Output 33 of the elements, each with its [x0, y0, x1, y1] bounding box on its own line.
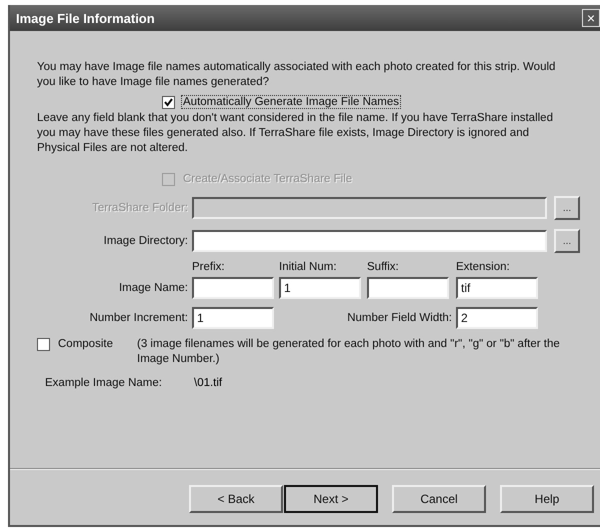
- number-field-width-field[interactable]: 2: [456, 307, 538, 329]
- checkbox-label: Create/Associate TerraShare File: [182, 172, 354, 186]
- image-name-field[interactable]: tif: [456, 277, 538, 299]
- image-name-field[interactable]: [192, 277, 274, 299]
- number-increment-field[interactable]: 1: [192, 307, 274, 329]
- image-name-field[interactable]: 1: [279, 277, 361, 299]
- field-label: TerraShare Folder:: [91, 202, 189, 214]
- composite-note: (3 image filenames will be generated for each photo with and "r", "g" or "b" after the Image Number.): [137, 337, 561, 367]
- column-header: Prefix:: [192, 261, 226, 273]
- intro-text: You may have Image file names automatically associated with each photo created for this strip. Would you like to have Image file names generated?: [37, 60, 556, 90]
- checkbox[interactable]: [37, 338, 50, 350]
- column-header: Suffix:: [367, 261, 400, 273]
- dialog-button[interactable]: Help: [500, 485, 594, 513]
- field-label: Image Directory:: [102, 235, 189, 247]
- field-label: Number Increment:: [88, 312, 189, 324]
- field-label: Number Field Width:: [346, 312, 453, 324]
- example-value: \01.tif: [194, 377, 222, 389]
- column-header: Extension:: [456, 261, 511, 273]
- image-directory-field[interactable]: [192, 230, 547, 252]
- checkbox[interactable]: [162, 96, 175, 108]
- checkbox-label: Automatically Generate Image File Names: [181, 95, 402, 109]
- dialog-button[interactable]: Cancel: [392, 485, 486, 513]
- note-text: Leave any field blank that you don't want considered in the file name. If you have TerraShare installed you may have these files generated also. If TerraShare file exists, Image Directory is ignored and Physical Files are not altered.: [37, 111, 554, 156]
- dialog-button[interactable]: Next >: [284, 485, 378, 513]
- column-header: Initial Num:: [279, 261, 338, 273]
- window-title: Image File Information: [16, 10, 155, 26]
- image-name-field[interactable]: [367, 277, 449, 299]
- checkbox-label: Composite: [57, 337, 114, 351]
- browse-button[interactable]: ...: [554, 229, 580, 253]
- field-label: Image Name:: [118, 282, 189, 294]
- dialog-button[interactable]: < Back: [189, 485, 283, 513]
- close-button[interactable]: ×: [582, 9, 600, 27]
- example-label: Example Image Name:: [44, 377, 163, 389]
